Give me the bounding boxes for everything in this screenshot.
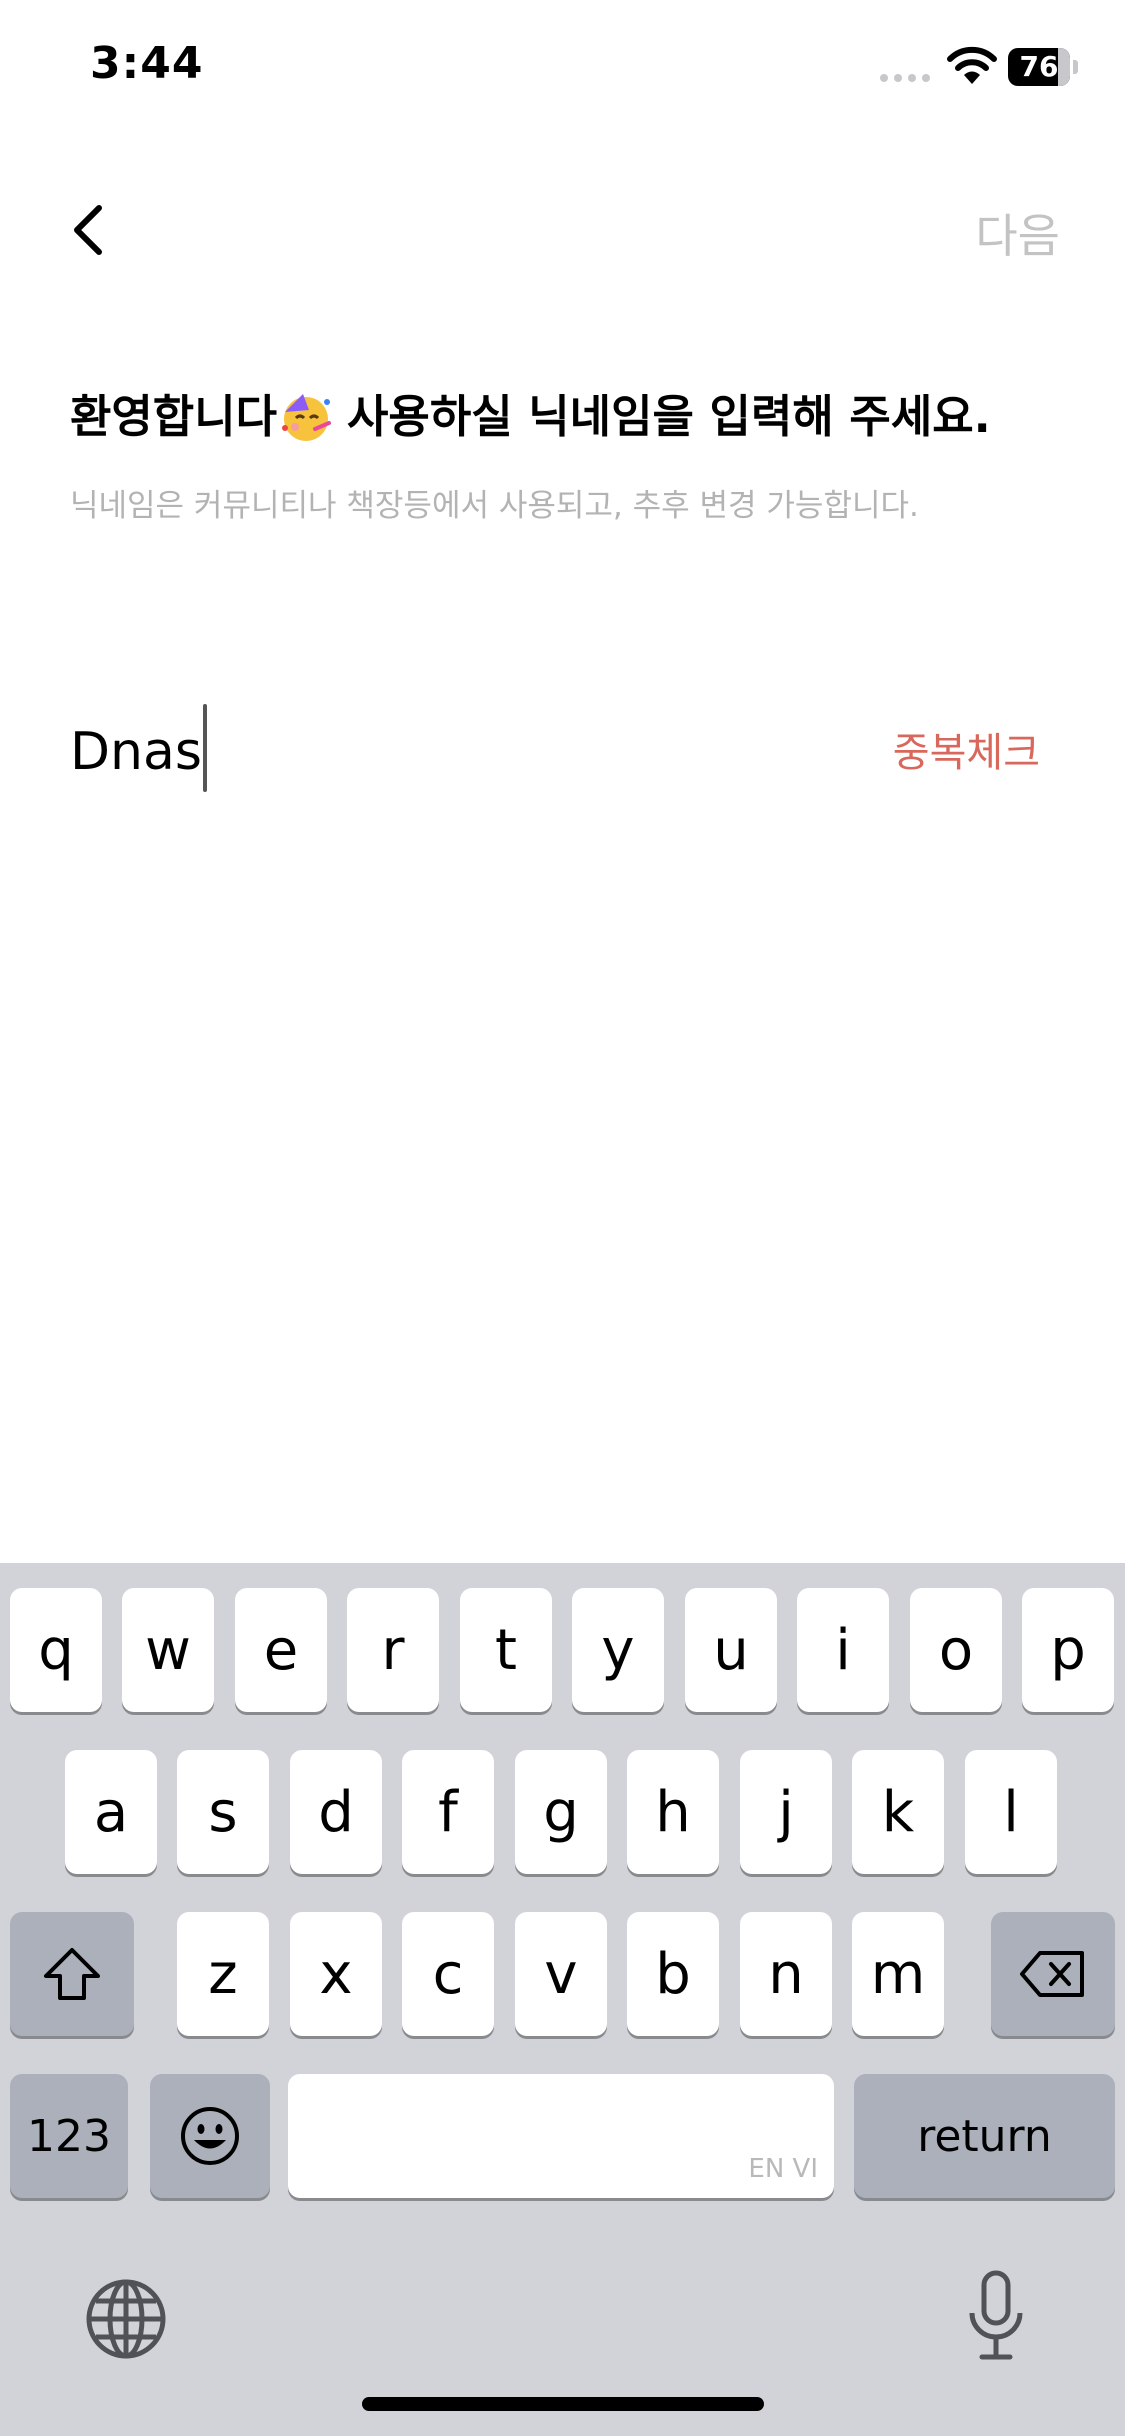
key-p[interactable]: p [1022, 1588, 1114, 1712]
key-r[interactable]: r [347, 1588, 439, 1712]
key-u[interactable]: u [685, 1588, 777, 1712]
wifi-icon [946, 46, 998, 86]
key-z[interactable]: z [177, 1912, 269, 2036]
key-e[interactable]: e [235, 1588, 327, 1712]
key-x[interactable]: x [290, 1912, 382, 2036]
back-button[interactable] [52, 190, 122, 270]
emoji-smile-icon [181, 2107, 239, 2165]
space-key[interactable]: EN VI [288, 2074, 834, 2198]
key-h[interactable]: h [627, 1750, 719, 1874]
chevron-left-icon [74, 205, 102, 255]
key-k[interactable]: k [852, 1750, 944, 1874]
key-b[interactable]: b [627, 1912, 719, 2036]
delete-key[interactable] [991, 1912, 1115, 2036]
cellular-signal-icon [880, 74, 932, 84]
title-welcome: 환영합니다 [70, 390, 278, 443]
text-cursor [203, 704, 207, 792]
key-a[interactable]: a [65, 1750, 157, 1874]
duplicate-check-button[interactable]: 중복체크 [870, 720, 1040, 778]
key-d[interactable]: d [290, 1750, 382, 1874]
globe-icon[interactable] [84, 2277, 168, 2361]
key-y[interactable]: y [572, 1588, 664, 1712]
shift-key[interactable] [10, 1912, 134, 2036]
return-key[interactable]: return [854, 2074, 1115, 2198]
key-c[interactable]: c [402, 1912, 494, 2036]
key-m[interactable]: m [852, 1912, 944, 2036]
key-n[interactable]: n [740, 1912, 832, 2036]
status-time: 3:44 [90, 38, 204, 89]
shift-icon [44, 1948, 100, 2000]
key-i[interactable]: i [797, 1588, 889, 1712]
page-subtitle: 닉네임은 커뮤니티나 책장등에서 사용되고, 추후 변경 가능합니다. [70, 488, 919, 524]
home-indicator [362, 2397, 764, 2411]
key-q[interactable]: q [10, 1588, 102, 1712]
party-face-icon [279, 390, 333, 444]
page-title: 환영합니다 사용하실 닉네임을 입력해 주세요. [70, 380, 1070, 445]
key-g[interactable]: g [515, 1750, 607, 1874]
key-j[interactable]: j [740, 1750, 832, 1874]
key-l[interactable]: l [965, 1750, 1057, 1874]
key-w[interactable]: w [122, 1588, 214, 1712]
space-language-tag: EN VI [748, 2154, 818, 2184]
emoji-key[interactable] [150, 2074, 270, 2198]
key-f[interactable]: f [402, 1750, 494, 1874]
key-v[interactable]: v [515, 1912, 607, 2036]
key-t[interactable]: t [460, 1588, 552, 1712]
title-instruction: 사용하실 닉네임을 입력해 주세요. [347, 390, 991, 443]
keyboard: q w e r t y u i o p a s d f g h j k l z … [0, 1563, 1125, 2436]
battery-icon: 76 [1008, 48, 1078, 86]
key-s[interactable]: s [177, 1750, 269, 1874]
nickname-input[interactable] [70, 712, 770, 792]
key-o[interactable]: o [910, 1588, 1002, 1712]
next-button[interactable]: 다음 [940, 200, 1060, 263]
numbers-key[interactable]: 123 [10, 2074, 128, 2198]
microphone-icon[interactable] [966, 2269, 1026, 2365]
backspace-icon [1020, 1951, 1084, 1997]
